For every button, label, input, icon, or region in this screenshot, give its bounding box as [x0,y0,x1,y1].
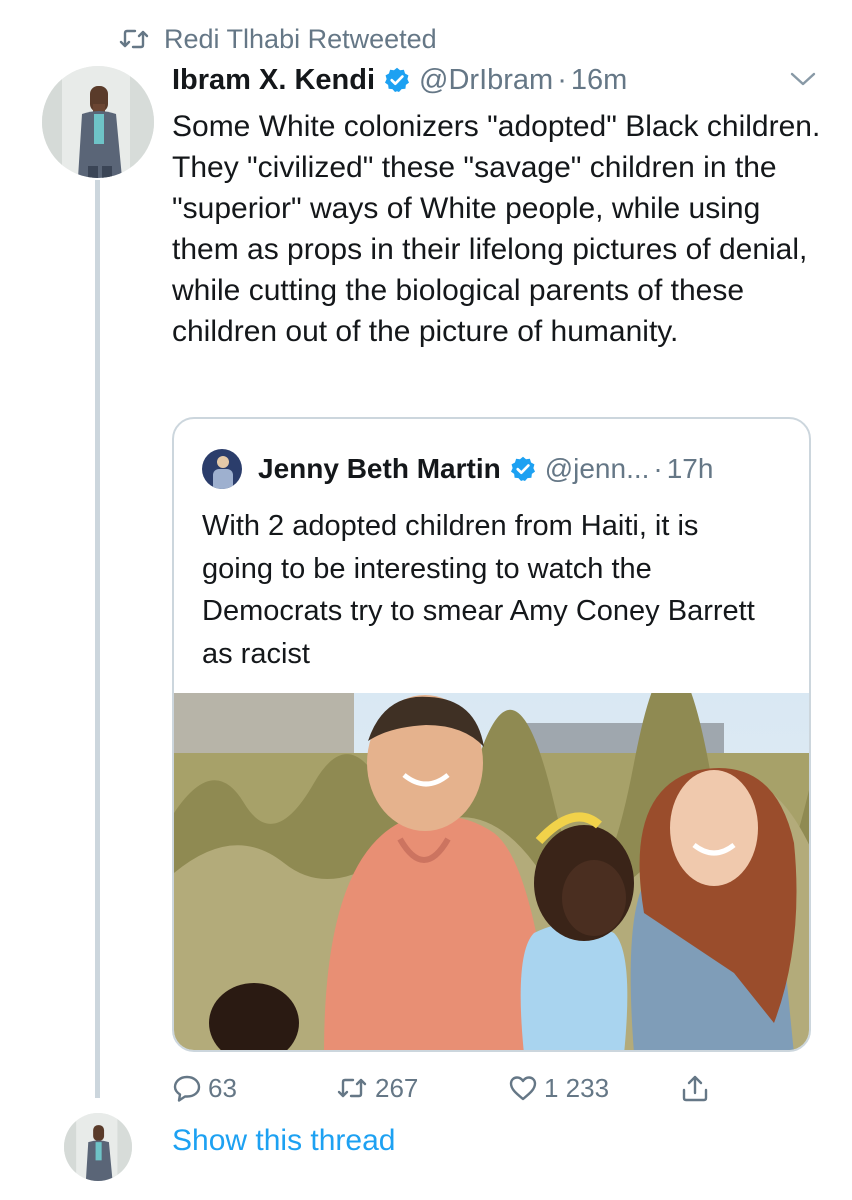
show-thread-link[interactable]: Show this thread [172,1124,395,1158]
reply-button[interactable]: 63 [172,1070,237,1106]
quoted-author-handle: @jenn... [544,453,650,484]
like-count: 1 233 [544,1072,610,1103]
share-button[interactable] [680,1070,710,1106]
verified-badge-icon [385,67,410,93]
quoted-tweet-header: Jenny Beth Martin @jenn... · 17h [202,449,713,489]
retweet-count: 267 [375,1072,419,1103]
thread-author-avatar-image [64,1113,132,1181]
quoted-author-avatar [202,449,242,489]
retweet-button[interactable]: 267 [335,1070,418,1106]
like-button[interactable]: 1 233 [508,1070,609,1106]
heart-icon [509,1076,537,1101]
tweet-timestamp[interactable]: 16m [571,64,627,97]
header-separator: · [557,63,567,96]
retweet-icon [119,29,149,49]
quoted-author-name: Jenny Beth Martin [258,453,501,484]
quoted-header-separator: · [653,453,663,484]
family-photo-image [174,693,809,1050]
share-icon [682,1075,708,1102]
verified-badge-icon [510,456,535,482]
tweet-text: Some White colonizers "adopted" Black ch… [172,110,821,348]
quoted-tweet[interactable]: Jenny Beth Martin @jenn... · 17h With 2 … [172,417,811,1052]
retweet-icon [337,1078,367,1098]
reply-icon [173,1075,201,1102]
quoted-tweet-photo[interactable] [174,693,809,1050]
retweet-context-label: Redi Tlhabi Retweeted [164,23,437,54]
author-avatar-image [42,66,154,178]
thread-author-avatar[interactable] [64,1113,132,1181]
retweet-context[interactable]: Redi Tlhabi Retweeted [118,22,437,56]
tweet-header: Ibram X. Kendi @DrIbram · 16m [172,58,627,102]
chevron-down-icon[interactable] [788,68,818,90]
reply-count: 63 [208,1072,237,1103]
tweet-action-bar: 63 267 1 233 [172,1070,822,1106]
quoted-tweet-timestamp: 17h [666,453,714,484]
quoted-tweet-text: With 2 adopted children from Haiti, it i… [202,510,755,670]
author-avatar[interactable] [42,66,154,178]
thread-connector-line [95,180,100,1098]
author-name[interactable]: Ibram X. Kendi [172,64,375,97]
author-handle[interactable]: @DrIbram [419,64,553,97]
